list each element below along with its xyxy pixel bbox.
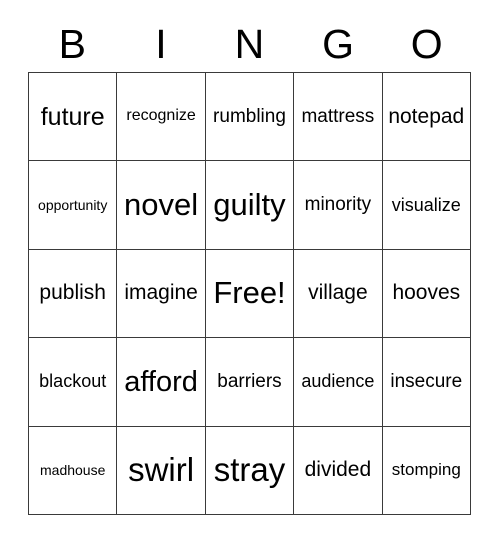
bingo-cell[interactable]: audience	[294, 338, 383, 427]
bingo-cell-label: madhouse	[40, 461, 106, 478]
bingo-cell-label: imagine	[124, 281, 198, 305]
bingo-cell-label: novel	[124, 186, 199, 222]
bingo-header-letter-g: G	[322, 20, 355, 67]
bingo-cell[interactable]: afford	[117, 338, 206, 427]
bingo-cell[interactable]: opportunity	[29, 161, 118, 250]
bingo-cell-label: audience	[301, 371, 375, 392]
bingo-cell-label: rumbling	[213, 105, 286, 127]
bingo-cell-label: future	[40, 102, 105, 131]
bingo-cell[interactable]: future	[29, 73, 118, 162]
bingo-cell[interactable]: hooves	[382, 249, 471, 339]
bingo-cell-label: afford	[124, 365, 198, 398]
bingo-free-space-cell[interactable]: Free!	[205, 249, 295, 339]
bingo-cell[interactable]: stomping	[382, 426, 471, 515]
bingo-cell[interactable]: rumbling	[205, 73, 295, 162]
bingo-cell-label: insecure	[390, 370, 463, 392]
bingo-cell-label: stomping	[391, 460, 461, 480]
bingo-cell[interactable]: barriers	[205, 338, 295, 427]
bingo-cell[interactable]: visualize	[382, 161, 471, 250]
bingo-cell-label: notepad	[388, 104, 465, 128]
bingo-cell-label: mattress	[301, 105, 375, 127]
bingo-cell[interactable]: swirl	[117, 426, 206, 515]
bingo-cell[interactable]: minority	[294, 161, 383, 250]
bingo-cell-label: Free!	[213, 275, 286, 311]
bingo-cell-label: barriers	[217, 370, 282, 392]
bingo-cell-label: publish	[39, 281, 106, 305]
bingo-card: B I N G O future recognize rumbling mattres…	[0, 0, 500, 544]
bingo-cell[interactable]: blackout	[29, 338, 118, 427]
bingo-cell-label: opportunity	[38, 196, 108, 213]
bingo-cell-label: minority	[304, 194, 372, 216]
bingo-cell-label: guilty	[213, 186, 286, 222]
bingo-header-letter-b: B	[58, 20, 86, 67]
bingo-cell[interactable]: stray	[205, 426, 295, 515]
bingo-cell-label: stray	[213, 450, 286, 488]
bingo-cell[interactable]: publish	[29, 249, 118, 339]
bingo-cell-label: divided	[304, 458, 372, 482]
bingo-header-letter-o: O	[410, 20, 443, 67]
bingo-header-letter-i: I	[155, 20, 167, 67]
bingo-cell-label: hooves	[392, 281, 461, 305]
bingo-header-row: B I N G O	[28, 16, 471, 72]
bingo-cell[interactable]: madhouse	[29, 426, 118, 515]
bingo-cell[interactable]: mattress	[294, 73, 383, 162]
bingo-cell[interactable]: recognize	[117, 73, 206, 162]
bingo-cell[interactable]: insecure	[382, 338, 471, 427]
bingo-header-letter-n: N	[234, 20, 265, 67]
bingo-cell-label: village	[308, 281, 368, 305]
bingo-cell-label: visualize	[391, 194, 461, 215]
bingo-cell-label: blackout	[39, 371, 107, 392]
bingo-cell-label: swirl	[128, 450, 195, 488]
bingo-cell[interactable]: novel	[117, 161, 206, 250]
bingo-cell[interactable]: notepad	[382, 73, 471, 162]
bingo-grid: future recognize rumbling mattress notepad op…	[28, 72, 471, 515]
bingo-cell[interactable]: village	[294, 249, 383, 339]
bingo-cell[interactable]: imagine	[117, 249, 206, 339]
bingo-cell[interactable]: divided	[294, 426, 383, 515]
bingo-cell[interactable]: guilty	[205, 161, 295, 250]
bingo-cell-label: recognize	[126, 107, 196, 125]
